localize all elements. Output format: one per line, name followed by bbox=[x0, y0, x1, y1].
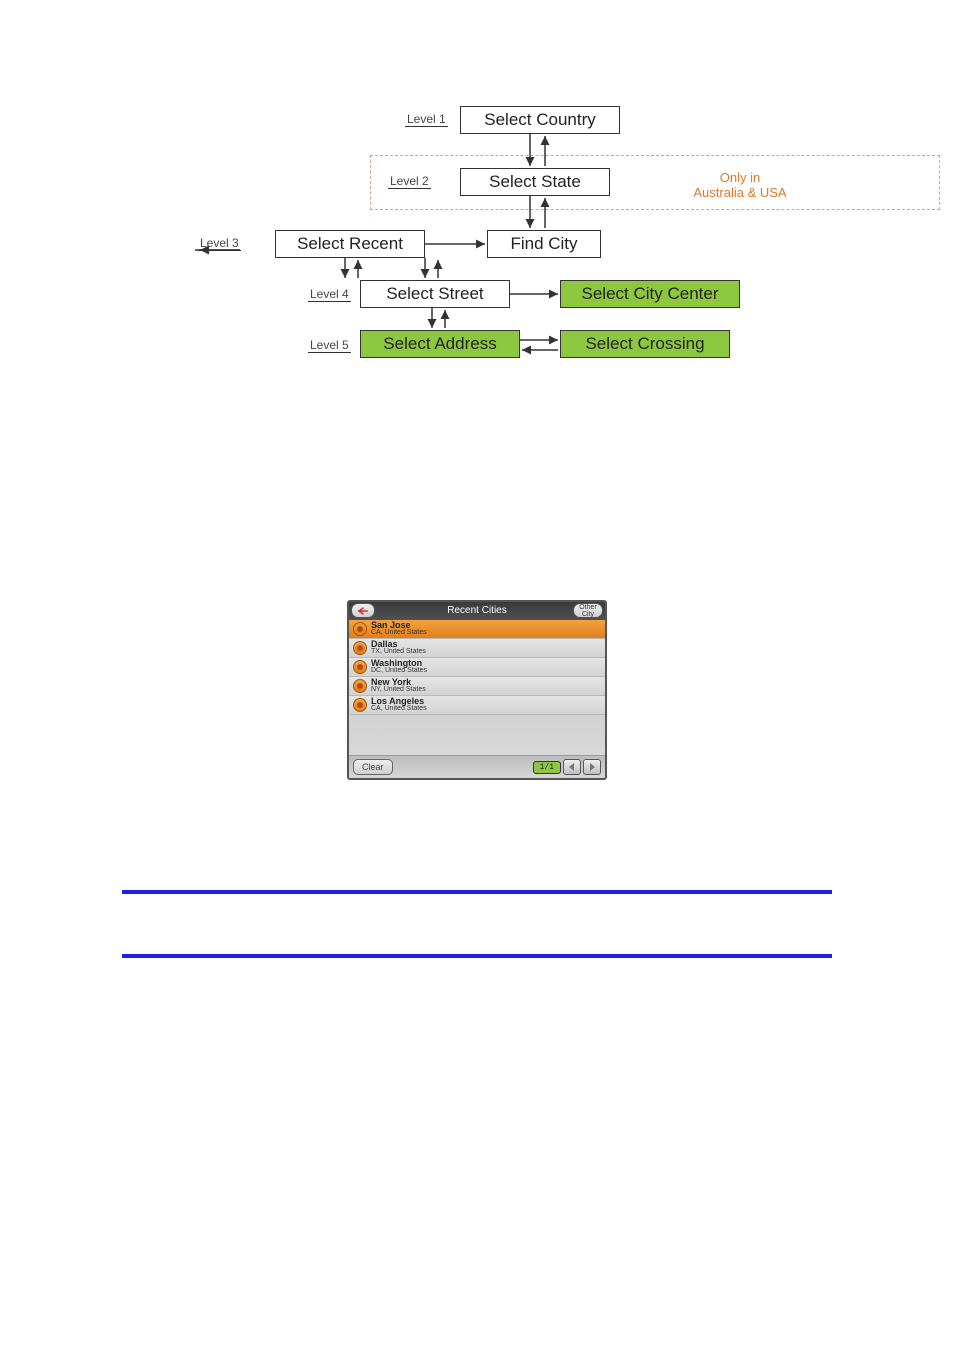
back-button[interactable] bbox=[351, 603, 375, 618]
city-name: San Jose bbox=[371, 621, 427, 629]
diagram-arrows bbox=[180, 100, 940, 400]
recent-cities-list: San JoseCA, United StatesDallasTX, Unite… bbox=[349, 620, 605, 715]
back-arrow-icon bbox=[358, 606, 368, 616]
city-marker-icon bbox=[353, 660, 367, 674]
city-name: New York bbox=[371, 678, 426, 686]
city-marker-icon bbox=[353, 698, 367, 712]
city-region: DC, United States bbox=[371, 667, 427, 675]
pager: 1/1 bbox=[533, 759, 601, 775]
page-next-button[interactable] bbox=[583, 759, 601, 775]
page-prev-button[interactable] bbox=[563, 759, 581, 775]
city-region: NY, United States bbox=[371, 686, 426, 694]
separator-rule bbox=[122, 954, 832, 958]
recent-cities-header: Recent Cities Other City bbox=[349, 602, 605, 620]
chevron-right-icon bbox=[588, 763, 596, 771]
city-marker-icon bbox=[353, 622, 367, 636]
recent-cities-footer: Clear 1/1 bbox=[349, 755, 605, 778]
city-marker-icon bbox=[353, 679, 367, 693]
header-title: Recent Cities bbox=[447, 605, 506, 616]
clear-button[interactable]: Clear bbox=[353, 759, 393, 775]
selection-flow-diagram: Level 1 Level 2 Level 3 Level 4 Level 5 … bbox=[180, 100, 940, 400]
city-name: Dallas bbox=[371, 640, 426, 648]
city-name: Los Angeles bbox=[371, 697, 427, 705]
recent-city-item[interactable]: WashingtonDC, United States bbox=[349, 658, 605, 677]
city-region: TX, United States bbox=[371, 648, 426, 656]
city-name: Washington bbox=[371, 659, 427, 667]
other-city-button[interactable]: Other City bbox=[573, 603, 603, 618]
recent-city-item[interactable]: Los AngelesCA, United States bbox=[349, 696, 605, 715]
city-region: CA, United States bbox=[371, 705, 427, 713]
recent-city-item[interactable]: DallasTX, United States bbox=[349, 639, 605, 658]
recent-cities-screen: Recent Cities Other City San JoseCA, Uni… bbox=[347, 600, 607, 780]
chevron-left-icon bbox=[568, 763, 576, 771]
separator-rule bbox=[122, 890, 832, 894]
recent-city-item[interactable]: New YorkNY, United States bbox=[349, 677, 605, 696]
page-indicator: 1/1 bbox=[533, 761, 561, 774]
city-region: CA, United States bbox=[371, 629, 427, 637]
recent-city-item[interactable]: San JoseCA, United States bbox=[349, 620, 605, 639]
city-marker-icon bbox=[353, 641, 367, 655]
